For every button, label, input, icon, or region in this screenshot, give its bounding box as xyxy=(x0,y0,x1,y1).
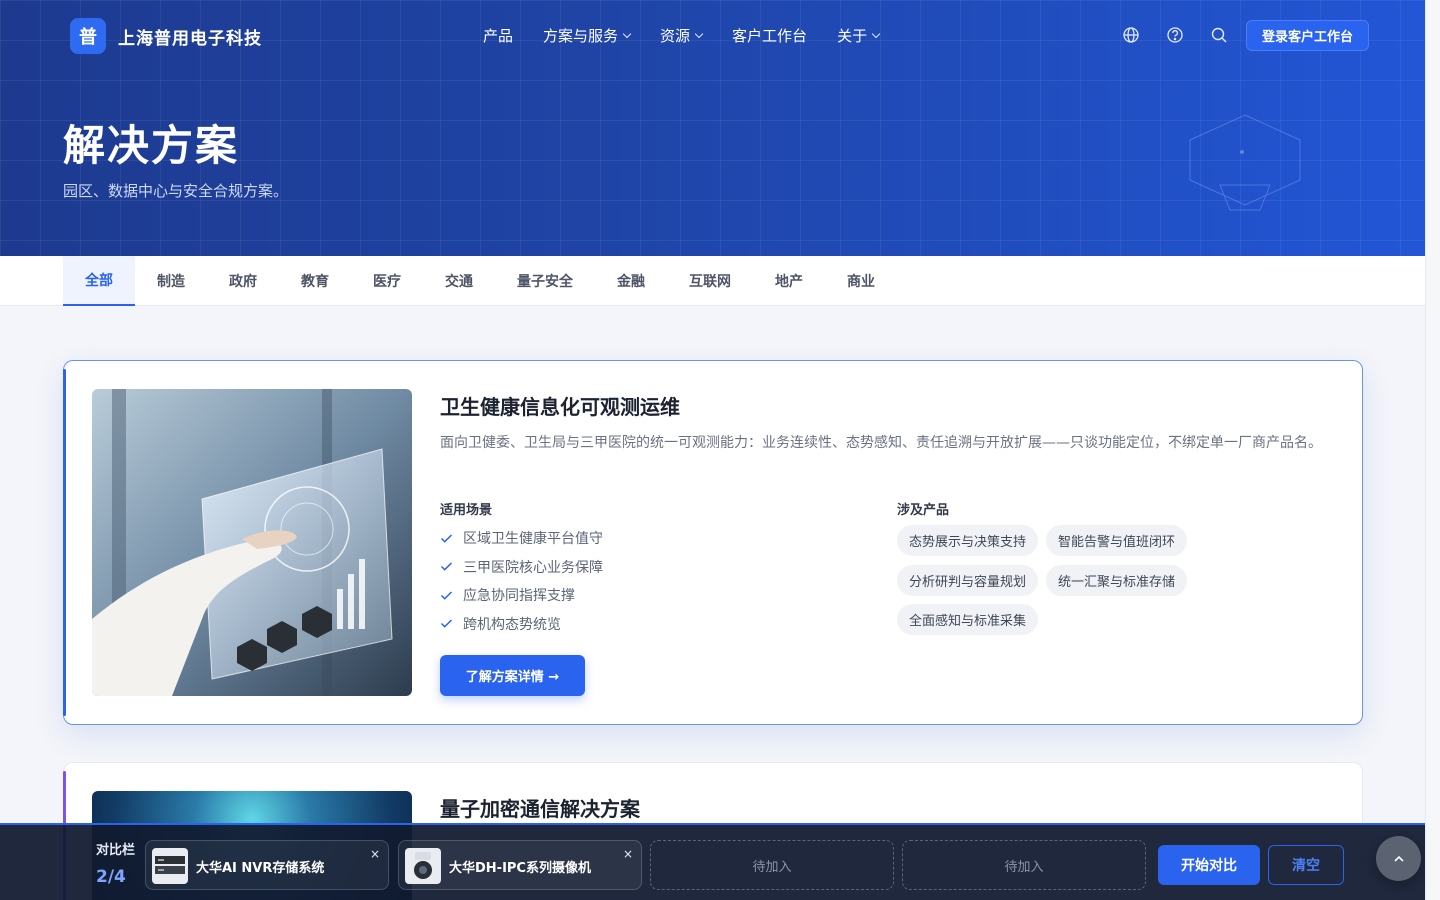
tab-real-estate[interactable]: 地产 xyxy=(753,256,825,306)
compare-product-name: 大华AI NVR存储系统 xyxy=(196,861,325,876)
hero-banner: 普 上海普用电子科技 产品 方案与服务 资源 客户工作台 关于 登录客户工作台 … xyxy=(0,0,1425,256)
nav-item-label: 关于 xyxy=(837,27,868,45)
product-tag[interactable]: 统一汇聚与标准存储 xyxy=(1046,565,1188,596)
product-thumbnail xyxy=(405,848,441,884)
scenarios-list: 区域卫生健康平台值守 三甲医院核心业务保障 应急协同指挥支撑 跨机构态势统览 xyxy=(440,524,603,638)
tab-internet[interactable]: 互联网 xyxy=(667,256,753,306)
category-tabs: 全部 制造 政府 教育 医疗 交通 量子安全 金融 互联网 地产 商业 xyxy=(0,256,1425,306)
help-icon[interactable] xyxy=(1166,26,1184,44)
tab-all[interactable]: 全部 xyxy=(63,256,135,306)
solution-card[interactable]: 卫生健康信息化可观测运维 面向卫健委、卫生局与三甲医院的统一可观测能力：业务连续… xyxy=(63,360,1363,725)
close-icon[interactable]: × xyxy=(623,847,633,861)
page-subtitle: 园区、数据中心与安全合规方案。 xyxy=(63,182,289,200)
tab-quantum-security[interactable]: 量子安全 xyxy=(495,256,595,306)
nav-item-resources[interactable]: 资源 xyxy=(660,25,704,46)
hero-decoration xyxy=(1189,114,1301,211)
brand-name[interactable]: 上海普用电子科技 xyxy=(118,24,262,49)
tab-transportation[interactable]: 交通 xyxy=(423,256,495,306)
compare-bar: 对比栏 2/4 大华AI NVR存储系统 × 大华DH-IPC系列摄像机 × 待… xyxy=(0,823,1425,900)
search-icon[interactable] xyxy=(1210,26,1228,44)
page-scrollbar[interactable] xyxy=(1425,0,1440,900)
scenarios-label: 适用场景 xyxy=(440,503,493,518)
scenario-text: 三甲医院核心业务保障 xyxy=(463,559,603,576)
login-workbench-button[interactable]: 登录客户工作台 xyxy=(1246,20,1369,51)
tab-education[interactable]: 教育 xyxy=(279,256,351,306)
product-tag[interactable]: 态势展示与决策支持 xyxy=(897,525,1039,556)
nav-item-label: 客户工作台 xyxy=(732,27,808,45)
compare-slot[interactable]: 大华DH-IPC系列摄像机 × xyxy=(398,840,642,890)
nav-item-label: 产品 xyxy=(483,27,514,45)
nav-item-solutions-services[interactable]: 方案与服务 xyxy=(543,25,632,46)
product-tag[interactable]: 智能告警与值班闭环 xyxy=(1046,525,1188,556)
check-icon xyxy=(440,591,453,600)
check-icon xyxy=(440,562,453,572)
list-item: 三甲医院核心业务保障 xyxy=(440,553,603,582)
start-compare-button[interactable]: 开始对比 xyxy=(1158,845,1260,885)
products-label: 涉及产品 xyxy=(897,503,950,518)
tab-finance[interactable]: 金融 xyxy=(595,256,667,306)
compare-slot-empty: 待加入 xyxy=(902,840,1146,890)
list-item: 区域卫生健康平台值守 xyxy=(440,524,603,553)
top-nav: 普 上海普用电子科技 产品 方案与服务 资源 客户工作台 关于 登录客户工作台 xyxy=(0,0,1425,72)
compare-count: 2/4 xyxy=(96,867,126,887)
logo-icon[interactable]: 普 xyxy=(70,18,106,54)
check-icon xyxy=(440,534,453,543)
nav-item-products[interactable]: 产品 xyxy=(483,25,513,46)
back-to-top-button[interactable] xyxy=(1376,836,1421,881)
nav-item-label: 方案与服务 xyxy=(543,27,619,45)
list-item: 应急协同指挥支撑 xyxy=(440,581,603,610)
solution-title[interactable]: 卫生健康信息化可观测运维 xyxy=(440,391,680,420)
nav-item-customer-workbench[interactable]: 客户工作台 xyxy=(732,25,807,46)
compare-slot-empty: 待加入 xyxy=(650,840,894,890)
page-title: 解决方案 xyxy=(63,121,240,170)
close-icon[interactable]: × xyxy=(370,847,380,861)
solution-title[interactable]: 量子加密通信解决方案 xyxy=(440,793,640,822)
chevron-down-icon xyxy=(622,29,632,38)
nav-item-label: 资源 xyxy=(660,27,691,45)
chevron-up-icon xyxy=(1393,855,1404,862)
chevron-down-icon xyxy=(694,29,704,38)
tab-commerce[interactable]: 商业 xyxy=(825,256,897,306)
solution-image xyxy=(92,389,412,696)
list-item: 跨机构态势统览 xyxy=(440,610,603,639)
compare-slot[interactable]: 大华AI NVR存储系统 × xyxy=(145,840,389,890)
tab-government[interactable]: 政府 xyxy=(207,256,279,306)
solution-details-button[interactable]: 了解方案详情 → xyxy=(440,655,585,696)
tab-manufacturing[interactable]: 制造 xyxy=(135,256,207,306)
compare-label: 对比栏 xyxy=(96,843,136,858)
tab-healthcare[interactable]: 医疗 xyxy=(351,256,423,306)
compare-product-name: 大华DH-IPC系列摄像机 xyxy=(449,861,591,876)
scenario-text: 跨机构态势统览 xyxy=(463,616,561,633)
nav-item-about[interactable]: 关于 xyxy=(837,25,881,46)
scenario-text: 区域卫生健康平台值守 xyxy=(463,531,603,548)
product-thumbnail xyxy=(152,848,188,884)
globe-icon[interactable] xyxy=(1122,26,1140,44)
chevron-down-icon xyxy=(871,29,881,38)
product-tag[interactable]: 分析研判与容量规划 xyxy=(897,565,1039,596)
clear-compare-button[interactable]: 清空 xyxy=(1268,845,1344,885)
solution-description: 面向卫健委、卫生局与三甲医院的统一可观测能力：业务连续性、态势感知、责任追溯与开… xyxy=(440,435,1322,451)
scenario-text: 应急协同指挥支撑 xyxy=(463,588,575,605)
main-menu: 产品 方案与服务 资源 客户工作台 关于 xyxy=(483,25,881,46)
check-icon xyxy=(440,619,453,629)
product-tag[interactable]: 全面感知与标准采集 xyxy=(897,604,1039,635)
